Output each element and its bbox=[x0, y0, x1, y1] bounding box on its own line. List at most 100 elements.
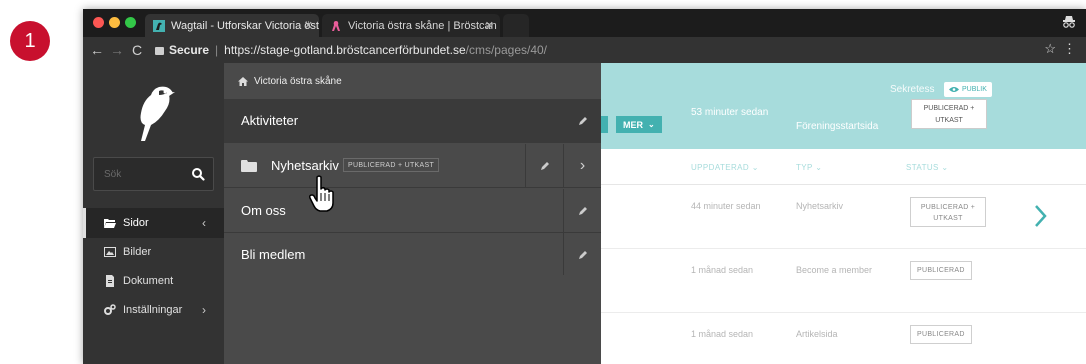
row-type: Artikelsida bbox=[796, 329, 838, 339]
close-tab-icon[interactable]: ✕ bbox=[485, 19, 494, 32]
page-updated: 53 minuter sedan bbox=[691, 107, 769, 118]
chevron-down-icon: ⌄ bbox=[648, 120, 655, 129]
table-row[interactable]: 1 månad sedan Become a member PUBLICERAD bbox=[601, 250, 1086, 313]
browser-window: Wagtail - Utforskar Victoria öst ✕ Victo… bbox=[83, 9, 1086, 364]
breadcrumb-label: Victoria östra skåne bbox=[254, 75, 342, 87]
row-updated: 44 minuter sedan bbox=[691, 201, 761, 211]
chevron-right-icon[interactable] bbox=[1034, 204, 1048, 228]
explorer-row-bli-medlem[interactable]: Bli medlem bbox=[224, 233, 601, 277]
sidebar-item-bilder[interactable]: Bilder bbox=[83, 237, 224, 267]
row-status-badge: PUBLICERAD bbox=[910, 325, 972, 344]
header-button-edge bbox=[601, 116, 608, 133]
row-status-badge: PUBLICERAD bbox=[910, 261, 972, 280]
step-badge: 1 bbox=[10, 21, 50, 61]
tab-label: Victoria östra skåne | Bröstcan bbox=[348, 19, 497, 32]
new-tab-button[interactable] bbox=[503, 14, 529, 37]
row-type: Nyhetsarkiv bbox=[796, 201, 844, 211]
edit-button[interactable] bbox=[525, 144, 563, 188]
minimize-window-button[interactable] bbox=[109, 17, 120, 28]
home-icon bbox=[238, 76, 248, 86]
sidebar-item-label: Bilder bbox=[123, 246, 152, 258]
bookmark-star-icon[interactable]: ☆ bbox=[1044, 41, 1056, 57]
sidebar: Sök Sidor ‹ Bilder Dokument Inställninga… bbox=[83, 63, 224, 364]
column-header-updated[interactable]: UPPDATERAD ⌄ bbox=[691, 163, 759, 172]
navigate-children-button[interactable]: › bbox=[563, 144, 601, 188]
table-row[interactable]: 44 minuter sedan Nyhetsarkiv PUBLICERAD … bbox=[601, 186, 1086, 249]
table-row[interactable]: 1 månad sedan Artikelsida PUBLICERAD bbox=[601, 314, 1086, 364]
pencil-icon bbox=[540, 162, 549, 170]
chevron-right-icon: › bbox=[202, 303, 206, 317]
forward-arrow-icon[interactable]: → bbox=[107, 42, 127, 58]
page-status-badge: PUBLICERAD + UTKAST bbox=[911, 99, 987, 129]
row-status-badge: PUBLICERAD + UTKAST bbox=[910, 197, 986, 227]
column-header-status[interactable]: STATUS ⌄ bbox=[906, 163, 949, 172]
search-icon[interactable] bbox=[191, 167, 205, 181]
wagtail-favicon-icon bbox=[153, 19, 165, 32]
secure-label: Secure bbox=[169, 43, 210, 57]
url-path: /cms/pages/40/ bbox=[465, 43, 548, 57]
explorer-breadcrumb[interactable]: Victoria östra skåne bbox=[224, 63, 601, 99]
explorer-empty-area bbox=[224, 275, 601, 364]
edit-button[interactable] bbox=[563, 99, 601, 143]
explorer-row-aktiviteter[interactable]: Aktiviteter bbox=[224, 99, 601, 143]
pink-ribbon-icon bbox=[332, 20, 340, 31]
column-header-type[interactable]: TYP ⌄ bbox=[796, 163, 822, 172]
search-input[interactable]: Sök bbox=[93, 157, 214, 191]
public-badge[interactable]: PUBLIK bbox=[944, 82, 992, 97]
maximize-window-button[interactable] bbox=[125, 17, 136, 28]
url-host: https://stage-gotland.bröstcancerförbund… bbox=[224, 43, 466, 57]
row-type: Become a member bbox=[796, 265, 873, 275]
sidebar-item-label: Dokument bbox=[123, 275, 174, 287]
chevron-left-icon: ‹ bbox=[202, 216, 206, 230]
search-placeholder: Sök bbox=[104, 169, 122, 180]
cogs-icon bbox=[104, 304, 116, 315]
explorer-row-nyhetsarkiv[interactable]: Nyhetsarkiv PUBLICERAD + UTKAST › bbox=[224, 144, 601, 188]
address-bar: ← → C Secure | https://stage-gotland.brö… bbox=[83, 37, 1086, 63]
eye-icon bbox=[949, 87, 959, 92]
page-type: Föreningsstartsida bbox=[796, 121, 879, 132]
public-badge-label: PUBLIK bbox=[962, 86, 987, 93]
folder-icon bbox=[241, 160, 257, 172]
page-explorer: Victoria östra skåne Aktiviteter Nyhetsa… bbox=[224, 63, 601, 364]
sidebar-item-installningar[interactable]: Inställningar › bbox=[83, 295, 224, 325]
explorer-row-title: Om oss bbox=[241, 203, 286, 218]
pencil-icon bbox=[578, 251, 587, 259]
lock-icon bbox=[155, 47, 164, 55]
cms-content: Sök Sidor ‹ Bilder Dokument Inställninga… bbox=[83, 63, 1086, 364]
explorer-row-title: Bli medlem bbox=[241, 247, 306, 262]
folder-open-icon bbox=[104, 219, 116, 228]
more-button-label: MER bbox=[623, 119, 643, 130]
tab-label: Wagtail - Utforskar Victoria öst bbox=[171, 19, 319, 32]
explorer-row-om-oss[interactable]: Om oss bbox=[224, 189, 601, 233]
edit-button[interactable] bbox=[563, 189, 601, 233]
tab-site[interactable]: Victoria östra skåne | Bröstcan ✕ bbox=[322, 14, 500, 37]
sidebar-item-dokument[interactable]: Dokument bbox=[83, 266, 224, 296]
image-icon bbox=[104, 247, 116, 257]
wagtail-logo-icon[interactable] bbox=[129, 83, 179, 143]
status-badge: PUBLICERAD + UTKAST bbox=[343, 158, 440, 172]
sidebar-item-sidor[interactable]: Sidor ‹ bbox=[83, 208, 224, 238]
active-indicator bbox=[83, 208, 86, 238]
more-button[interactable]: MER ⌄ bbox=[616, 116, 662, 133]
explorer-row-title: Aktiviteter bbox=[241, 113, 299, 128]
close-window-button[interactable] bbox=[93, 17, 104, 28]
explorer-row-title: Nyhetsarkiv bbox=[271, 158, 339, 173]
hand-pointer-cursor-icon bbox=[309, 175, 334, 212]
chevron-right-icon: › bbox=[579, 157, 586, 174]
listing-column-headers: UPPDATERAD ⌄ TYP ⌄ STATUS ⌄ bbox=[601, 149, 1086, 185]
tab-bar: Wagtail - Utforskar Victoria öst ✕ Victo… bbox=[83, 9, 1086, 37]
edit-button[interactable] bbox=[563, 233, 601, 277]
pencil-icon bbox=[578, 207, 587, 215]
url-field[interactable]: Secure | https://stage-gotland.bröstcanc… bbox=[155, 41, 1026, 59]
close-tab-icon[interactable]: ✕ bbox=[304, 19, 313, 32]
row-updated: 1 månad sedan bbox=[691, 329, 754, 339]
tab-wagtail[interactable]: Wagtail - Utforskar Victoria öst ✕ bbox=[145, 14, 319, 37]
column-header-label: UPPDATERAD bbox=[691, 163, 750, 172]
sidebar-item-label: Inställningar bbox=[123, 304, 183, 316]
reload-icon[interactable]: C bbox=[127, 42, 147, 58]
incognito-icon bbox=[1063, 16, 1075, 28]
menu-dots-icon[interactable]: ⋮ bbox=[1063, 41, 1076, 57]
document-icon bbox=[106, 275, 114, 287]
page-header: MER ⌄ 53 minuter sedan Föreningsstartsid… bbox=[601, 63, 1086, 149]
back-arrow-icon[interactable]: ← bbox=[87, 42, 107, 58]
